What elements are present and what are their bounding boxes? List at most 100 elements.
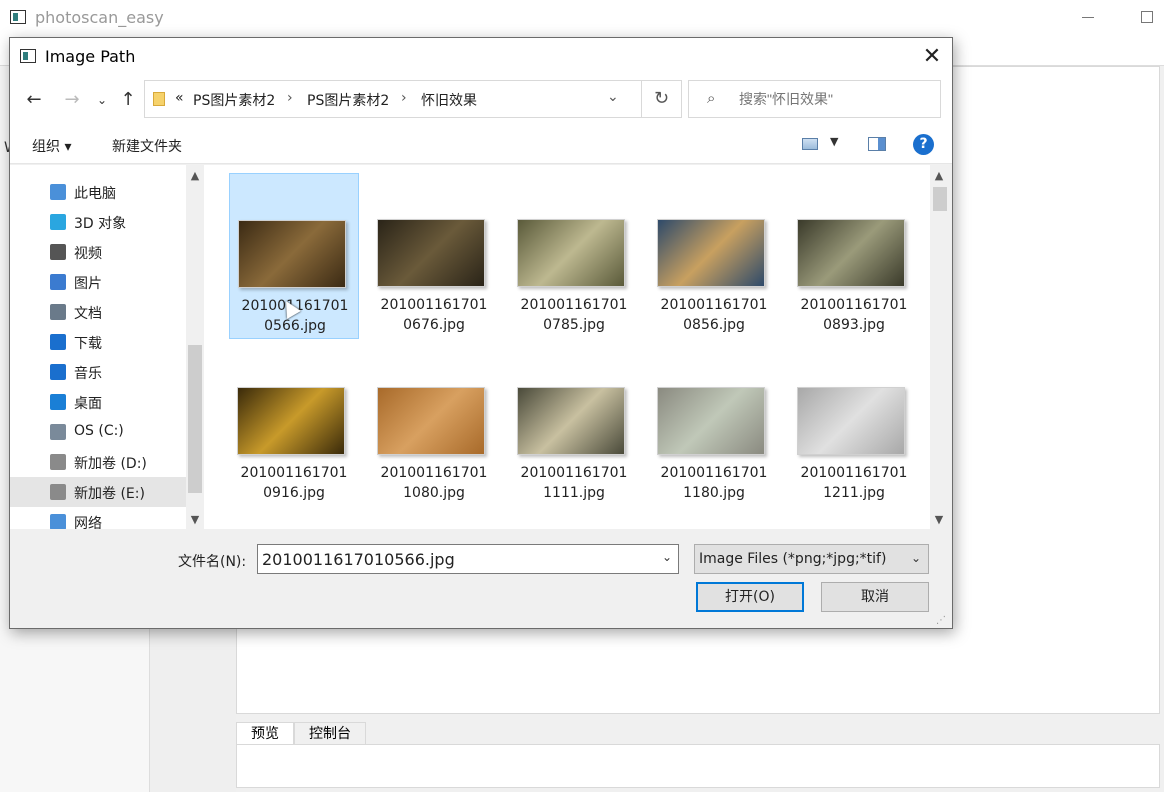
network-icon	[50, 514, 66, 529]
image-thumbnail[interactable]	[797, 219, 905, 287]
toolbar: 组织 ▾ 新建文件夹 ▼ ?	[10, 124, 952, 164]
nav-item[interactable]: 网络	[10, 507, 186, 529]
view-dropdown-icon[interactable]: ▼	[830, 135, 838, 148]
image-thumbnail[interactable]	[377, 387, 485, 455]
help-icon[interactable]: ?	[913, 134, 934, 155]
tab-preview[interactable]: 预览	[236, 722, 294, 744]
image-thumbnail[interactable]	[657, 387, 765, 455]
nav-item-label: 新加卷 (D:)	[74, 456, 147, 472]
nav-item-label: OS (C:)	[74, 423, 124, 439]
file-tile[interactable]: 201001161701 0893.jpg	[789, 173, 919, 339]
image-thumbnail[interactable]	[517, 219, 625, 287]
refresh-icon[interactable]: ↻	[642, 80, 682, 118]
computer-icon	[50, 184, 66, 200]
file-name-line2: 0856.jpg	[683, 317, 745, 333]
chevron-down-icon[interactable]: ⌄	[607, 89, 619, 105]
search-box[interactable]: ⌕	[688, 80, 941, 118]
preview-pane-icon[interactable]	[868, 137, 886, 151]
file-name-line1: 201001161701	[380, 297, 488, 313]
scroll-up-icon[interactable]: ▲	[186, 169, 204, 182]
filename-value[interactable]: 2010011617010566.jpg	[262, 550, 455, 569]
image-thumbnail[interactable]	[237, 387, 345, 455]
open-button[interactable]: 打开(O)	[696, 582, 804, 612]
file-tile[interactable]: 201001161701 0785.jpg	[509, 173, 639, 339]
file-type-value[interactable]: Image Files (*png;*jpg;*tif)	[699, 551, 886, 567]
dialog-titlebar: Image Path ✕	[10, 38, 952, 76]
image-thumbnail[interactable]	[377, 219, 485, 287]
scroll-down-icon[interactable]: ▼	[930, 513, 948, 526]
scrollbar-thumb[interactable]	[188, 345, 202, 493]
address-segment-1[interactable]: PS图片素材2	[193, 90, 275, 110]
minimize-icon[interactable]	[1082, 17, 1094, 18]
file-name-line1: 201001161701	[800, 465, 908, 481]
scroll-down-icon[interactable]: ▼	[186, 513, 204, 526]
nav-item-label: 桌面	[74, 396, 102, 412]
file-type-select[interactable]: Image Files (*png;*jpg;*tif) ⌄	[694, 544, 929, 574]
filename-field[interactable]: 2010011617010566.jpg ⌄	[257, 544, 679, 574]
nav-item[interactable]: 下载	[10, 327, 186, 357]
image-thumbnail[interactable]	[238, 220, 346, 288]
resize-grip-icon[interactable]: ⋰	[936, 615, 946, 626]
scroll-up-icon[interactable]: ▲	[930, 169, 948, 182]
chevron-right-icon[interactable]: ›	[401, 90, 407, 106]
nav-item[interactable]: 此电脑	[10, 177, 186, 207]
file-tile[interactable]: 201001161701 0676.jpg	[369, 173, 499, 339]
chevron-right-icon[interactable]: ›	[287, 90, 293, 106]
file-name-line1: 201001161701	[660, 297, 768, 313]
maximize-icon[interactable]	[1141, 11, 1153, 23]
file-tile[interactable]: 201001161701 1211.jpg	[789, 341, 919, 507]
chevron-down-icon[interactable]: ⌄	[662, 550, 672, 564]
new-folder-button[interactable]: 新建文件夹	[112, 136, 182, 156]
file-name-line1: 201001161701	[240, 465, 348, 481]
nav-item[interactable]: 视频	[10, 237, 186, 267]
nav-item[interactable]: 文档	[10, 297, 186, 327]
address-bar[interactable]: « PS图片素材2 › PS图片素材2 › 怀旧效果 ⌄	[144, 80, 642, 118]
file-name-line2: 0785.jpg	[543, 317, 605, 333]
file-name-line1: 201001161701	[660, 465, 768, 481]
file-tile[interactable]: 201001161701 1080.jpg	[369, 341, 499, 507]
tab-console[interactable]: 控制台	[294, 722, 366, 744]
address-overflow[interactable]: «	[175, 90, 184, 106]
forward-arrow-icon[interactable]: →	[60, 88, 84, 112]
image-thumbnail[interactable]	[517, 387, 625, 455]
address-segment-2[interactable]: PS图片素材2	[307, 90, 389, 110]
nav-item[interactable]: 音乐	[10, 357, 186, 387]
organize-menu[interactable]: 组织 ▾	[32, 136, 71, 156]
dialog-app-icon	[20, 49, 36, 63]
nav-item[interactable]: 新加卷 (E:)	[10, 477, 186, 507]
nav-item[interactable]: 图片	[10, 267, 186, 297]
search-icon: ⌕	[707, 89, 716, 107]
recent-locations-chevron-icon[interactable]: ⌄	[94, 88, 110, 112]
up-arrow-icon[interactable]: ↑	[118, 88, 138, 112]
view-mode-icon[interactable]	[802, 138, 818, 150]
nav-item[interactable]: 桌面	[10, 387, 186, 417]
file-name-line2: 1180.jpg	[683, 485, 745, 501]
file-tile[interactable]: 201001161701 1111.jpg	[509, 341, 639, 507]
file-tile[interactable]: 201001161701 0916.jpg	[229, 341, 359, 507]
nav-item-label: 下载	[74, 336, 102, 352]
back-arrow-icon[interactable]: ←	[22, 88, 46, 112]
nav-pane-scrollbar[interactable]: ▲ ▼	[186, 165, 204, 529]
desktop-icon	[50, 394, 66, 410]
file-grid-scrollbar[interactable]: ▲ ▼	[930, 165, 950, 529]
nav-item[interactable]: 新加卷 (D:)	[10, 447, 186, 477]
file-name-line1: 201001161701	[520, 297, 628, 313]
chevron-down-icon[interactable]: ⌄	[911, 551, 921, 565]
nav-item-label: 网络	[74, 516, 102, 529]
cancel-button[interactable]: 取消	[821, 582, 929, 612]
pictures-icon	[50, 274, 66, 290]
image-thumbnail[interactable]	[797, 387, 905, 455]
dialog-title: Image Path	[45, 47, 136, 66]
image-thumbnail[interactable]	[657, 219, 765, 287]
search-input[interactable]	[739, 91, 929, 107]
nav-item-label: 音乐	[74, 366, 102, 382]
file-tile[interactable]: 201001161701 1180.jpg	[649, 341, 779, 507]
nav-item[interactable]: OS (C:)	[10, 417, 186, 447]
nav-item[interactable]: 3D 对象	[10, 207, 186, 237]
file-name-line2: 1111.jpg	[543, 485, 605, 501]
close-icon[interactable]: ✕	[910, 42, 954, 72]
address-segment-3[interactable]: 怀旧效果	[421, 90, 477, 110]
scrollbar-thumb[interactable]	[933, 187, 947, 211]
nav-item-label: 3D 对象	[74, 216, 127, 232]
file-tile[interactable]: 201001161701 0856.jpg	[649, 173, 779, 339]
